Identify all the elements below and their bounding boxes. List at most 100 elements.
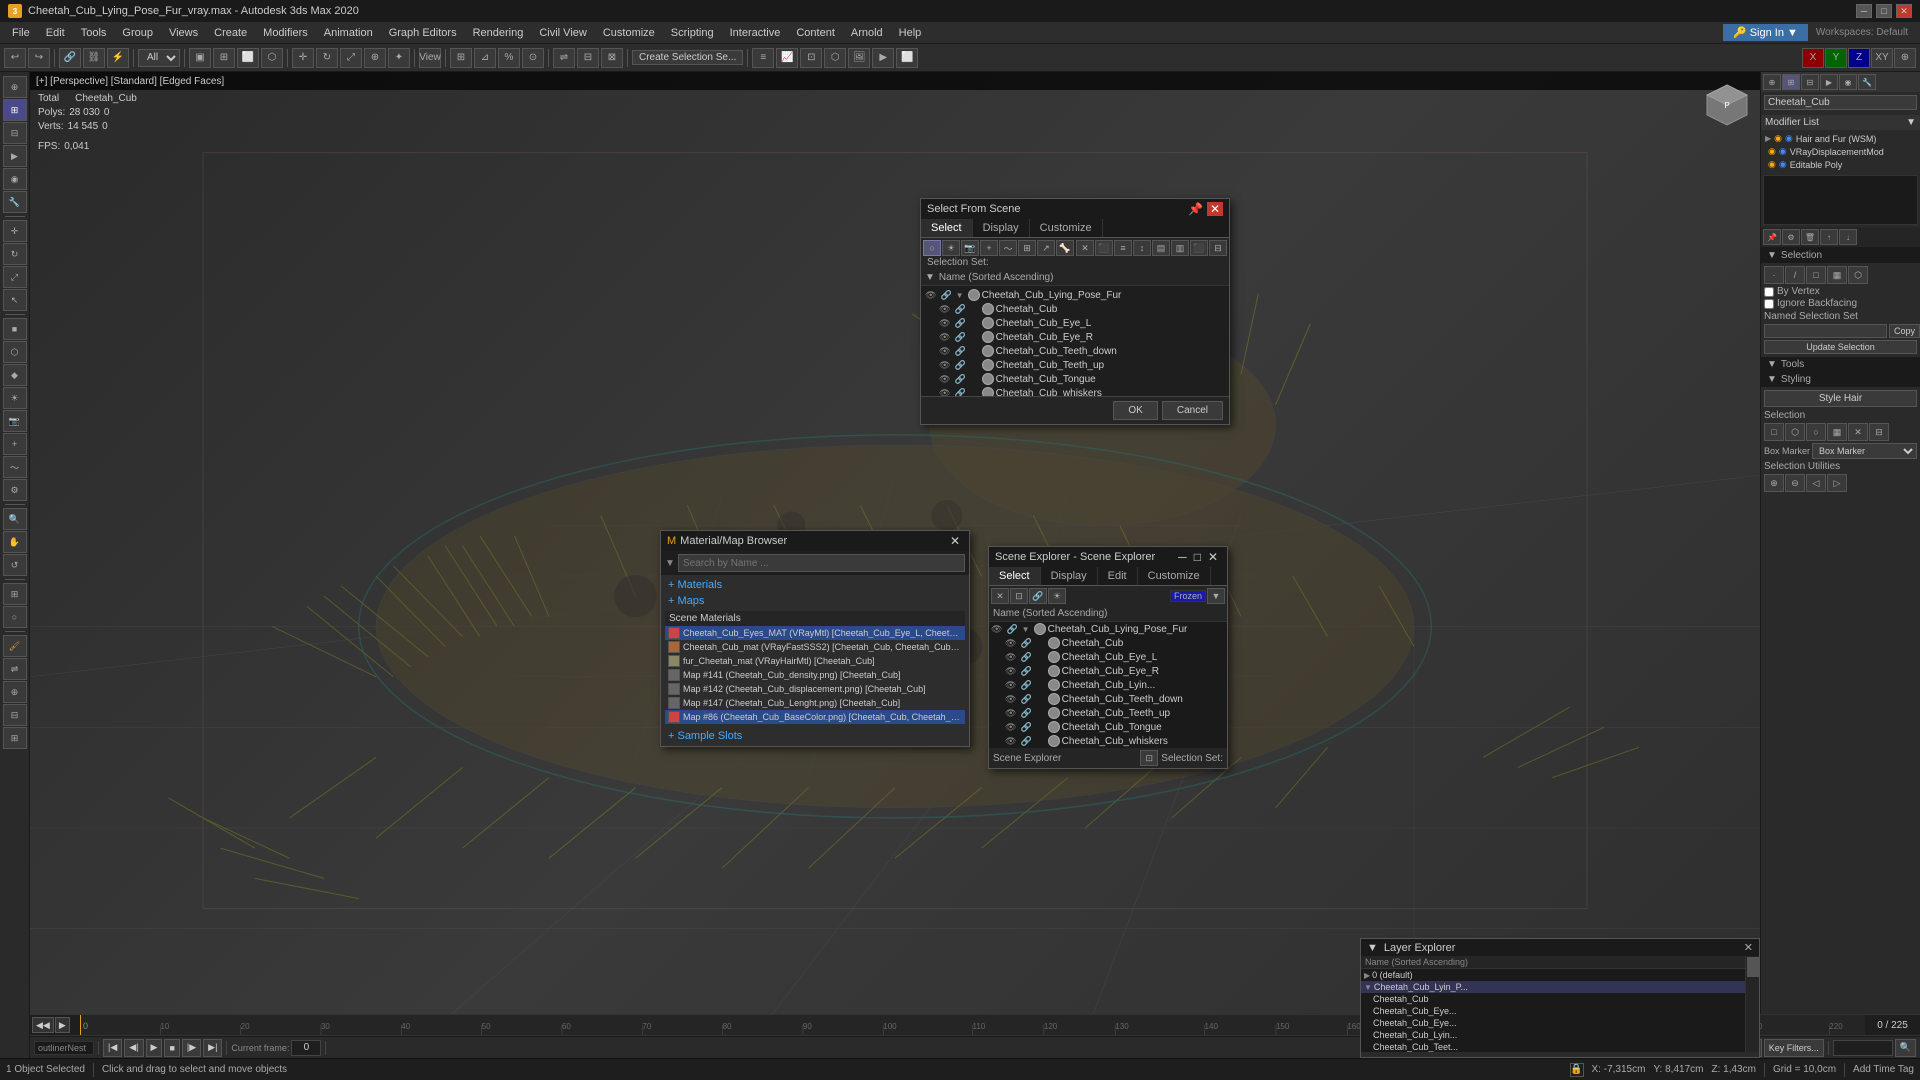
z-axis-button[interactable]: Z xyxy=(1848,48,1870,68)
sfs-clear-btn[interactable]: ✕ xyxy=(1076,240,1094,256)
sel-util-3[interactable]: ◁ xyxy=(1806,474,1826,492)
se-child-5[interactable]: 👁 🔗 Cheetah_Cub_Teeth_up xyxy=(989,706,1227,720)
vertex-mode-btn[interactable]: · xyxy=(1764,266,1784,284)
sel-icon-5[interactable]: ✕ xyxy=(1848,423,1868,441)
scale-button[interactable]: ⤢ xyxy=(340,48,362,68)
align-button[interactable]: ⊟ xyxy=(577,48,599,68)
prev-frame-btn[interactable]: ◀◀ xyxy=(32,1017,54,1033)
spinner-snap-button[interactable]: ⊙ xyxy=(522,48,544,68)
mat-sample-slots-hdr[interactable]: + Sample Slots xyxy=(665,728,965,744)
select-link-button[interactable]: 🔗 xyxy=(59,48,81,68)
scale-non-uniform-button[interactable]: ✦ xyxy=(388,48,410,68)
mat-item-1[interactable]: Cheetah_Cub_mat (VRayFastSSS2) [Cheetah_… xyxy=(665,640,965,654)
mat-browser-close-btn[interactable]: ✕ xyxy=(947,534,963,548)
ignore-backfacing-check[interactable]: Ignore Backfacing xyxy=(1764,298,1917,309)
menu-edit[interactable]: Edit xyxy=(38,25,73,41)
le-close-btn[interactable]: ✕ xyxy=(1744,941,1753,954)
sfs-spacewarp-btn[interactable]: 〜 xyxy=(999,240,1017,256)
pan-btn[interactable]: ✋ xyxy=(3,531,27,553)
le-scroll-thumb[interactable] xyxy=(1747,957,1759,977)
se-minimize-btn[interactable]: ─ xyxy=(1175,550,1190,564)
sfs-ok-btn[interactable]: OK xyxy=(1113,401,1157,420)
hierarchy-tab-btn[interactable]: ⊟ xyxy=(1801,74,1819,90)
le-sub-3[interactable]: Cheetah_Cub_Lyin... xyxy=(1361,1029,1745,1041)
se-child-7[interactable]: 👁 🔗 Cheetah_Cub_whiskers xyxy=(989,734,1227,748)
motion-panel-btn[interactable]: ▶ xyxy=(3,145,27,167)
play-btn[interactable]: ▶ xyxy=(55,1017,70,1033)
sel-icon-2[interactable]: ⬡ xyxy=(1785,423,1805,441)
sfs-helper-btn[interactable]: + xyxy=(980,240,998,256)
sfs-root-item[interactable]: 👁 🔗 ▼ Cheetah_Cub_Lying_Pose_Fur xyxy=(923,288,1227,302)
select-by-name-button[interactable]: ⊞ xyxy=(213,48,235,68)
current-frame-input[interactable] xyxy=(291,1040,321,1056)
menu-tools[interactable]: Tools xyxy=(73,25,115,41)
sfs-tab-customize[interactable]: Customize xyxy=(1030,219,1103,237)
select-and-move-btn[interactable]: ✛ xyxy=(3,220,27,242)
selection-section-title[interactable]: ▼ Selection xyxy=(1761,248,1920,263)
sfs-cols-btn[interactable]: ▥ xyxy=(1171,240,1189,256)
align-lt-btn[interactable]: ⊟ xyxy=(3,704,27,726)
sfs-filter3-btn[interactable]: ⊟ xyxy=(1209,240,1227,256)
align-view-button[interactable]: ⊠ xyxy=(601,48,623,68)
redo-button[interactable]: ↪ xyxy=(28,48,50,68)
se-child-3[interactable]: 👁 🔗 Cheetah_Cub_Lyin... xyxy=(989,678,1227,692)
se-child-1[interactable]: 👁 🔗 Cheetah_Cub_Eye_L xyxy=(989,650,1227,664)
mod-trash-btn[interactable]: 🗑 xyxy=(1801,229,1819,245)
styling-section-title[interactable]: ▼ Styling xyxy=(1761,372,1920,387)
sfs-child-4[interactable]: 👁 🔗 Cheetah_Cub_Teeth_up xyxy=(923,358,1227,372)
display-tab-btn[interactable]: ◉ xyxy=(1839,74,1857,90)
snap-to-vertex-btn[interactable]: ○ xyxy=(3,606,27,628)
spacewarps-btn[interactable]: 〜 xyxy=(3,456,27,478)
sfs-filter-btn[interactable]: ⬛ xyxy=(1095,240,1113,256)
viewport-gizmo[interactable]: P xyxy=(1702,80,1752,130)
le-sub-0[interactable]: Cheetah_Cub xyxy=(1361,993,1745,1005)
sfs-tab-display[interactable]: Display xyxy=(973,219,1030,237)
le-sub-1[interactable]: Cheetah_Cub_Eye... xyxy=(1361,1005,1745,1017)
modifier-vray-displacement[interactable]: ◉ ◉ VRayDisplacementMod xyxy=(1763,145,1918,158)
select-and-scale-btn[interactable]: ⤢ xyxy=(3,266,27,288)
le-item-1[interactable]: ▼ Cheetah_Cub_Lyin_P... xyxy=(1361,981,1745,993)
selection-filter[interactable]: All xyxy=(138,49,180,67)
clone-btn[interactable]: ⊞ xyxy=(3,727,27,749)
outliner-label[interactable]: outlinerNest xyxy=(34,1041,94,1055)
render-last-button[interactable]: ⬜ xyxy=(896,48,918,68)
se-maximize-btn[interactable]: □ xyxy=(1191,550,1204,564)
snap-toggle-button[interactable]: ⊞ xyxy=(450,48,472,68)
menu-group[interactable]: Group xyxy=(114,25,161,41)
menu-rendering[interactable]: Rendering xyxy=(465,25,532,41)
paint-btn[interactable]: 🖌 xyxy=(3,635,27,657)
reference-button[interactable]: ⊕ xyxy=(1894,48,1916,68)
menu-arnold[interactable]: Arnold xyxy=(843,25,891,41)
scale-uniform-button[interactable]: ⊕ xyxy=(364,48,386,68)
se-col-btn[interactable]: ⊡ xyxy=(1010,588,1028,604)
motion-tab-btn[interactable]: ▶ xyxy=(1820,74,1838,90)
bind-to-space-warp[interactable]: ⚡ xyxy=(107,48,129,68)
se-child-0[interactable]: 👁 🔗 Cheetah_Cub xyxy=(989,636,1227,650)
se-tab-edit[interactable]: Edit xyxy=(1098,567,1138,585)
modifier-hair-fur[interactable]: ▶ ◉ ◉ Hair and Fur (WSM) xyxy=(1763,132,1918,145)
prev-key-btn[interactable]: ◀| xyxy=(124,1039,143,1057)
arc-rotate-btn[interactable]: ↺ xyxy=(3,554,27,576)
se-tab-customize[interactable]: Customize xyxy=(1138,567,1211,585)
create-selection-set-button[interactable]: Create Selection Se... xyxy=(632,50,743,65)
go-end-btn[interactable]: ▶| xyxy=(203,1039,222,1057)
le-item-0[interactable]: ▶ 0 (default) xyxy=(1361,969,1745,981)
x-axis-button[interactable]: X xyxy=(1802,48,1824,68)
menu-content[interactable]: Content xyxy=(788,25,843,41)
edge-mode-btn[interactable]: / xyxy=(1785,266,1805,284)
next-key-btn[interactable]: |▶ xyxy=(182,1039,201,1057)
hierarchy-panel-btn[interactable]: ⊟ xyxy=(3,122,27,144)
se-highlight-btn[interactable]: ☀ xyxy=(1048,588,1066,604)
sfs-light-btn[interactable]: ☀ xyxy=(942,240,960,256)
sfs-child-5[interactable]: 👁 🔗 Cheetah_Cub_Tongue xyxy=(923,372,1227,386)
menu-interactive[interactable]: Interactive xyxy=(722,25,789,41)
utils-tab-btn[interactable]: 🔧 xyxy=(1858,74,1876,90)
sfs-bone-btn[interactable]: 🦴 xyxy=(1056,240,1074,256)
rectangular-selection-button[interactable]: ⬜ xyxy=(237,48,259,68)
layers-button[interactable]: ≡ xyxy=(752,48,774,68)
zoom-btn[interactable]: 🔍 xyxy=(3,508,27,530)
helpers-btn[interactable]: + xyxy=(3,433,27,455)
sel-icon-4[interactable]: ▦ xyxy=(1827,423,1847,441)
menu-graph-editors[interactable]: Graph Editors xyxy=(381,25,465,41)
systems-btn[interactable]: ⚙ xyxy=(3,479,27,501)
